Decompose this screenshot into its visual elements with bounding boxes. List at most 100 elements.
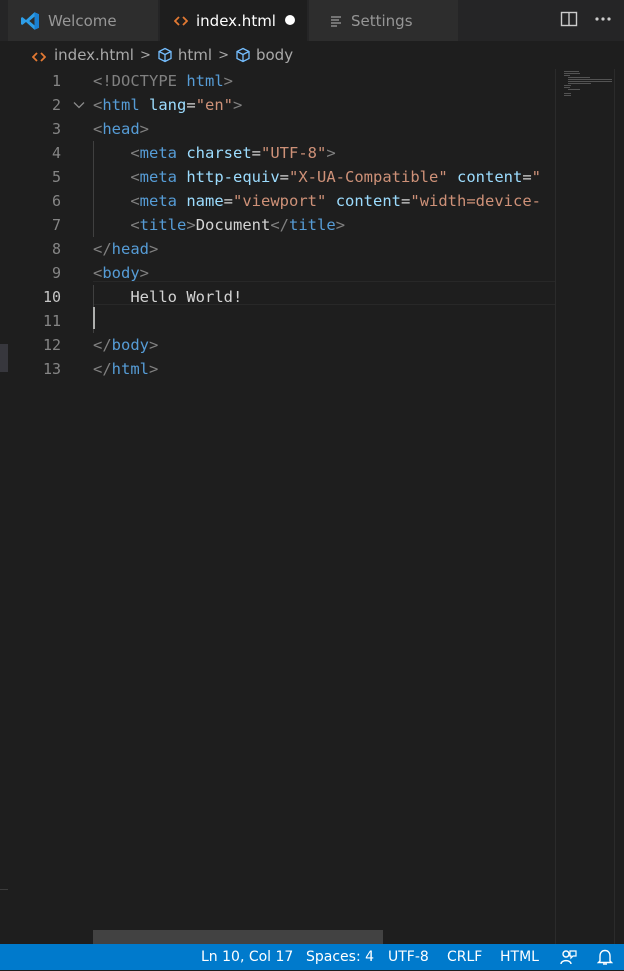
status-line-ending[interactable]: CRLF [447, 944, 482, 970]
code-token: > [233, 96, 243, 114]
status-indentation[interactable]: Spaces: 4 [306, 944, 374, 970]
code-token: "UTF-8" [261, 144, 327, 162]
code-line[interactable]: <html lang="en"> [93, 93, 242, 117]
minimap-line [564, 73, 580, 74]
vertical-scrollbar[interactable] [614, 69, 624, 944]
code-line[interactable]: <meta name="viewport" content="width=dev… [93, 189, 541, 213]
code-token: < [93, 96, 103, 114]
html-file-icon [31, 49, 47, 67]
code-line[interactable]: </html> [93, 357, 158, 381]
line-number: 11 [42, 312, 61, 330]
symbol-element-icon [157, 47, 173, 63]
settings-editor-icon [329, 14, 343, 28]
code-token: title [139, 216, 187, 234]
code-line[interactable]: <!DOCTYPE html> [93, 69, 233, 93]
unsaved-changes-dot-icon[interactable] [285, 15, 295, 25]
line-number: 12 [42, 336, 61, 354]
code-token: < [93, 264, 103, 282]
line-number: 9 [51, 264, 61, 282]
line-number: 7 [51, 216, 61, 234]
code-token: content [457, 168, 523, 186]
fold-chevron-down-icon[interactable] [72, 93, 86, 117]
code-token: < [130, 144, 140, 162]
code-token: < [130, 168, 140, 186]
code-token: body [102, 264, 140, 282]
line-number: 8 [51, 240, 61, 258]
code-line[interactable]: </head> [93, 237, 158, 261]
editor-tab-bar: Welcome index.html Settings [0, 0, 624, 41]
code-token: charset [186, 144, 252, 162]
vscode-logo-icon [20, 11, 40, 31]
split-editor-icon[interactable] [558, 8, 580, 30]
tab-settings[interactable]: Settings [309, 0, 458, 41]
minimap[interactable] [555, 69, 616, 944]
code-token: </ [270, 216, 290, 234]
code-area[interactable]: <!DOCTYPE html> <html lang="en"> <head> <m… [93, 69, 555, 944]
code-editor[interactable]: 1 2 3 4 5 6 7 8 9 10 11 12 13 <!DOCTYPE html> <html l… [0, 69, 624, 944]
line-number: 6 [51, 192, 61, 210]
breadcrumb-item-html[interactable]: html [157, 46, 212, 64]
tab-label: Settings [351, 11, 413, 30]
line-number: 10 [42, 288, 61, 306]
code-token: html [186, 72, 224, 90]
code-token: "X-UA-Compatible" [289, 168, 448, 186]
status-cursor-position[interactable]: Ln 10, Col 17 [201, 944, 293, 970]
tab-actions [558, 8, 614, 30]
minimap-line [568, 89, 580, 90]
breadcrumb-file[interactable]: index.html [31, 46, 134, 67]
breadcrumb-item-body[interactable]: body [235, 46, 293, 64]
tab-index-html[interactable]: index.html [160, 0, 307, 41]
code-token: meta [139, 144, 177, 162]
code-line[interactable]: <meta http-equiv="X-UA-Compatible" conte… [93, 165, 541, 189]
code-token: " [531, 168, 542, 186]
code-token: "en" [195, 96, 234, 114]
code-token: name [186, 192, 224, 210]
feedback-icon[interactable] [558, 947, 578, 967]
code-token: <!DOCTYPE [93, 72, 187, 90]
code-line[interactable]: Hello World! [93, 285, 242, 309]
status-encoding[interactable]: UTF-8 [388, 944, 429, 970]
code-token: > [186, 216, 196, 234]
code-token: > [149, 336, 159, 354]
notifications-bell-icon[interactable] [595, 947, 615, 967]
code-token: Hello World! [93, 288, 243, 306]
code-token: > [139, 120, 150, 138]
minimap-line [568, 83, 591, 84]
code-token: title [289, 216, 336, 234]
minimap-line [568, 77, 590, 78]
code-token: content [335, 192, 402, 210]
minimap-line [568, 79, 612, 80]
horizontal-scrollbar-thumb[interactable] [93, 930, 383, 944]
code-token: lang [149, 96, 187, 114]
code-line[interactable]: <title>Document</title> [93, 213, 345, 237]
minimap-line [564, 87, 570, 88]
code-line[interactable]: <head> [93, 117, 149, 141]
status-language-mode[interactable]: HTML [500, 944, 539, 970]
code-token: = [401, 192, 411, 210]
minimap-line [564, 71, 579, 72]
code-token: html [102, 96, 140, 114]
more-actions-icon[interactable] [592, 8, 614, 30]
minimap-line [564, 85, 571, 86]
minimap-line [564, 93, 571, 94]
line-number: 13 [42, 360, 61, 378]
tab-welcome[interactable]: Welcome [8, 0, 158, 41]
code-token: "width=device- [410, 192, 542, 210]
code-line[interactable]: </body> [93, 333, 158, 357]
code-token: http-equiv [186, 168, 280, 186]
code-line[interactable]: <meta charset="UTF-8"> [93, 141, 335, 165]
line-number: 5 [51, 168, 61, 186]
code-line[interactable]: <body> [93, 261, 149, 285]
minimap-line [564, 75, 570, 76]
code-token: < [130, 216, 140, 234]
code-token: = [251, 144, 262, 162]
